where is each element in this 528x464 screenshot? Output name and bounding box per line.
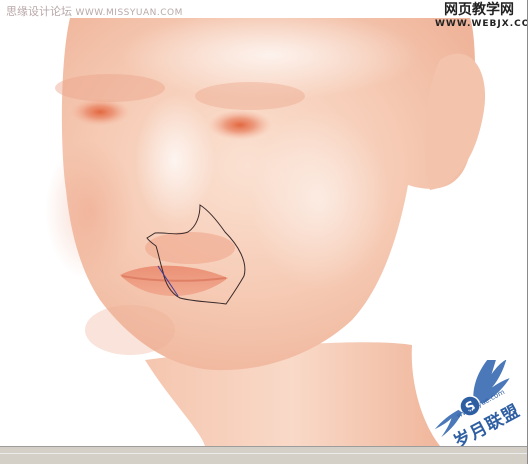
watermark-top-right: 网页教学网 WWW.WEBJX.COM — [435, 1, 527, 35]
watermark-chinese: 网页教学网 — [444, 2, 514, 18]
document-canvas[interactable]: 思缘设计论坛 WWW.MISSYUAN.COM 网页教学网 WWW.WEBJX.… — [0, 0, 528, 464]
watermark-top-left: 思缘设计论坛 WWW.MISSYUAN.COM — [6, 3, 183, 19]
canvas-bottom-scroll-strip[interactable] — [0, 446, 527, 464]
logo-watermark: S www.5yue.com 岁月联盟 — [424, 347, 524, 452]
watermark-chinese: 思缘设计论坛 — [6, 5, 72, 18]
watermark-url: WWW.WEBJX.COM — [435, 19, 527, 29]
watermark-url: WWW.MISSYUAN.COM — [75, 8, 183, 18]
